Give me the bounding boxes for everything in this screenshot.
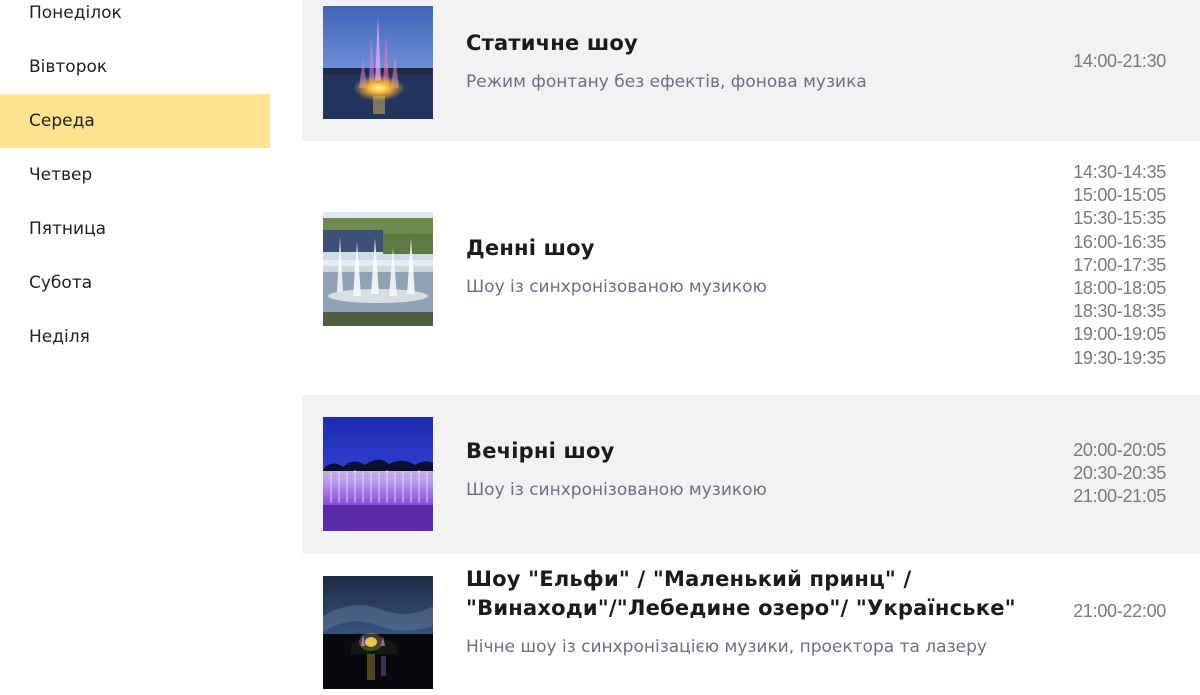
time-slot: 21:00-21:05	[1073, 486, 1166, 507]
fountain-evening-purple-photo	[323, 417, 433, 531]
show-title: Статичне шоу	[466, 31, 638, 55]
show-title: Вечірні шоу	[466, 439, 615, 463]
fountain-night-laser-photo	[323, 576, 433, 689]
show-info: Денні шоу Шоу із синхронізованою музикою	[466, 234, 1066, 297]
day-item-thursday[interactable]: Четвер	[0, 148, 270, 202]
day-item-saturday[interactable]: Субота	[0, 256, 270, 310]
show-row-evening: Вечірні шоу Шоу із синхронізованою музик…	[302, 395, 1200, 554]
time-slot: 14:00-21:30	[1073, 51, 1166, 71]
time-slot: 19:30-19:35	[1073, 347, 1166, 368]
time-slot: 16:00-16:35	[1073, 231, 1166, 252]
show-description: Нічне шоу із синхронізацією музики, прое…	[466, 637, 987, 657]
show-description: Шоу із синхронізованою музикою	[466, 480, 767, 500]
fountain-daytime-photo	[323, 212, 433, 326]
day-item-wednesday[interactable]: Середа	[0, 94, 270, 148]
show-times: 14:30-14:35 15:00-15:05 15:30-15:35 16:0…	[1073, 161, 1166, 370]
day-item-sunday[interactable]: Неділя	[0, 310, 270, 364]
show-title: Шоу "Ельфи" / "Маленький принц" / "Винах…	[466, 567, 1016, 620]
show-row-static: Статичне шоу Режим фонтану без ефектів, …	[302, 0, 1200, 141]
show-times: 21:00-22:00	[1073, 600, 1166, 623]
day-item-tuesday[interactable]: Вівторок	[0, 40, 270, 94]
day-item-friday[interactable]: Пятница	[0, 202, 270, 256]
weekday-menu: Понеділок Вівторок Середа Четвер Пятница…	[0, 0, 270, 364]
show-info: Шоу "Ельфи" / "Маленький принц" / "Винах…	[466, 565, 1066, 657]
show-description: Режим фонтану без ефектів, фонова музика	[466, 72, 867, 92]
time-slot: 20:30-20:35	[1073, 463, 1166, 484]
time-slot: 15:30-15:35	[1073, 208, 1166, 229]
show-title: Денні шоу	[466, 236, 595, 260]
show-row-night-laser: Шоу "Ельфи" / "Маленький принц" / "Винах…	[302, 554, 1200, 695]
time-slot: 14:30-14:35	[1073, 162, 1166, 182]
time-slot: 19:00-19:05	[1073, 324, 1166, 345]
time-slot: 18:30-18:35	[1073, 301, 1166, 322]
time-slot: 15:00-15:05	[1073, 185, 1166, 206]
fountain-night-colored-photo	[323, 6, 433, 119]
time-slot: 18:00-18:05	[1073, 278, 1166, 299]
show-schedule: Статичне шоу Режим фонтану без ефектів, …	[302, 0, 1200, 695]
show-info: Вечірні шоу Шоу із синхронізованою музик…	[466, 437, 1066, 500]
show-description: Шоу із синхронізованою музикою	[466, 277, 767, 297]
show-times: 20:00-20:05 20:30-20:35 21:00-21:05	[1073, 439, 1166, 509]
show-row-daytime: Денні шоу Шоу із синхронізованою музикою…	[302, 141, 1200, 395]
show-times: 14:00-21:30	[1073, 50, 1166, 73]
time-slot: 21:00-22:00	[1073, 601, 1166, 621]
time-slot: 17:00-17:35	[1073, 254, 1166, 275]
day-item-monday[interactable]: Понеділок	[0, 0, 270, 40]
show-info: Статичне шоу Режим фонтану без ефектів, …	[466, 29, 1066, 92]
time-slot: 20:00-20:05	[1073, 440, 1166, 460]
